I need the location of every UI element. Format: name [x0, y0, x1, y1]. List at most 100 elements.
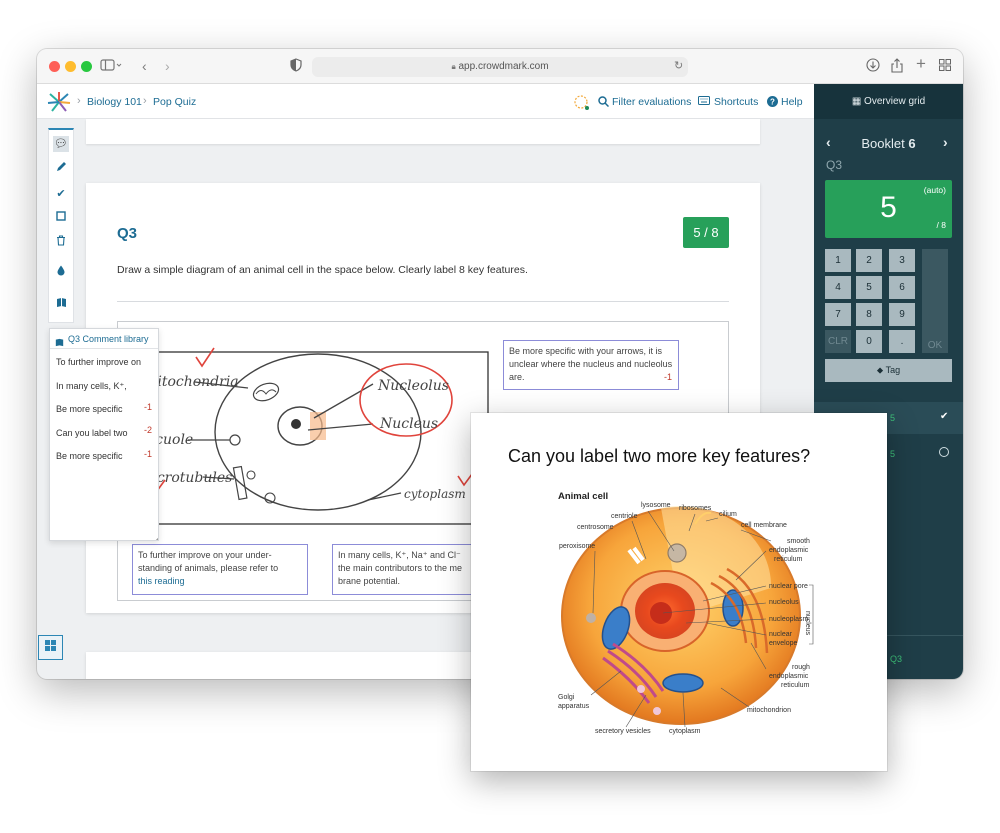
comment-reading[interactable]: To further improve on your under- standi…: [132, 544, 308, 595]
comment-text: To further improve on your under-: [138, 550, 272, 560]
keypad-9[interactable]: 9: [889, 303, 915, 326]
search-icon: [598, 96, 610, 110]
label-mitochondrion: mitochondrion: [747, 707, 791, 714]
label-golgi: Golgi: [558, 694, 575, 701]
keypad-4[interactable]: 4: [825, 276, 851, 299]
label-nuclear-envelope: envelope: [769, 640, 798, 647]
filter-evaluations-button[interactable]: Filter evaluations: [612, 96, 691, 108]
label-centrosome: centrosome: [577, 524, 614, 531]
help-icon: ?: [767, 96, 778, 110]
breadcrumb-separator: ›: [77, 95, 81, 107]
overview-grid-label: Overview grid: [864, 96, 926, 107]
panel-footer-question[interactable]: Q3: [890, 654, 902, 664]
library-item[interactable]: Can you label two: [56, 428, 128, 438]
library-item[interactable]: Be more specific: [56, 404, 123, 414]
keypad-3[interactable]: 3: [889, 249, 915, 272]
crowdmark-logo[interactable]: [47, 91, 71, 118]
library-item-points: -2: [144, 425, 153, 435]
rectangle-tool-icon[interactable]: [53, 210, 69, 226]
tag-button[interactable]: ⬥ Tag: [825, 359, 952, 382]
label-ribosomes: ribosomes: [679, 505, 712, 512]
comment-library-title: Q3 Comment library: [50, 329, 158, 349]
minimize-window-button[interactable]: [65, 61, 76, 72]
comment-library-icon[interactable]: [53, 297, 69, 313]
next-booklet-icon[interactable]: ›: [943, 134, 948, 150]
label-rough-er: reticulum: [781, 682, 810, 689]
comment-arrows[interactable]: Be more specific with your arrows, it is…: [503, 340, 679, 390]
zoom-window-button[interactable]: [81, 61, 92, 72]
keypad-5[interactable]: 5: [856, 276, 882, 299]
label-nuclear-pore: nuclear pore: [769, 583, 808, 590]
feedback-popup: Can you label two more key features? Ani…: [471, 413, 887, 771]
handwritten-cytoplasm: cytoplasm: [404, 487, 466, 501]
checkmark-tool-icon[interactable]: ✔: [53, 186, 69, 202]
help-button[interactable]: Help: [781, 96, 803, 108]
keypad-8[interactable]: 8: [856, 303, 882, 326]
resize-handle-icon[interactable]: ◢: [154, 535, 158, 540]
label-cell-membrane: cell membrane: [741, 522, 787, 529]
reading-link[interactable]: this reading: [138, 575, 302, 588]
library-item[interactable]: Be more specific: [56, 451, 123, 461]
back-icon[interactable]: ‹: [142, 58, 147, 74]
keypad-2[interactable]: 2: [856, 249, 882, 272]
label-rough-er: rough: [792, 664, 810, 671]
library-item[interactable]: In many cells, K⁺,: [56, 381, 127, 392]
label-rough-er: endoplasmic: [769, 673, 809, 680]
score-value: 5: [880, 191, 897, 224]
tab-overview-icon[interactable]: [939, 58, 951, 74]
share-icon[interactable]: [891, 58, 903, 76]
color-drop-icon[interactable]: [53, 265, 69, 281]
annotation-toolbar: 💬︎ ✔: [48, 128, 74, 323]
label-smooth-er: endoplasmic: [769, 547, 809, 554]
library-item[interactable]: To further improve on: [56, 357, 141, 367]
empty-circle-icon: [939, 447, 949, 457]
comment-library-panel: Q3 Comment library To further improve on…: [49, 328, 159, 541]
booklet-text: Booklet: [861, 136, 905, 151]
breadcrumb-assessment[interactable]: Pop Quiz: [153, 96, 196, 108]
close-window-button[interactable]: [49, 61, 60, 72]
pen-tool-icon[interactable]: [53, 161, 69, 177]
sidebar-toggle-icon[interactable]: [100, 58, 122, 75]
download-icon[interactable]: [866, 58, 880, 75]
checked-circle-icon: ✔︎: [940, 411, 949, 422]
label-nucleolus: nucleolus: [769, 599, 799, 606]
reload-icon[interactable]: ↻: [674, 58, 683, 74]
keypad-7[interactable]: 7: [825, 303, 851, 326]
keypad-6[interactable]: 6: [889, 276, 915, 299]
keypad-decimal[interactable]: .: [889, 330, 915, 353]
comment-ions[interactable]: In many cells, K⁺, Na⁺ and Cl⁻ the main …: [332, 544, 472, 595]
keypad-0[interactable]: 0: [856, 330, 882, 353]
label-secretory-vesicles: secretory vesicles: [595, 728, 651, 735]
label-centriole: centriole: [611, 513, 638, 520]
grid-icon: ▦: [851, 96, 862, 107]
comment-tool-icon[interactable]: 💬︎: [53, 136, 69, 152]
label-peroxisome: peroxisome: [559, 543, 596, 550]
overview-grid-button[interactable]: ▦ Overview grid: [814, 84, 963, 119]
address-bar[interactable]: 🔒︎ app.crowdmark.com: [312, 57, 688, 77]
privacy-shield-icon[interactable]: [290, 58, 302, 75]
question-prompt: Draw a simple diagram of an animal cell …: [117, 264, 528, 276]
library-item-points: -1: [144, 449, 153, 459]
tag-icon: ⬥: [876, 365, 884, 375]
score-badge[interactable]: 5 / 8: [683, 217, 729, 248]
breadcrumb-separator: ›: [143, 95, 147, 107]
browser-titlebar: ‹ › 🔒︎ app.crowdmark.com ↻ +: [37, 49, 963, 84]
forward-icon[interactable]: ›: [165, 58, 170, 74]
comment-text: the main contributors to the me: [338, 563, 463, 573]
trash-icon[interactable]: [53, 235, 69, 251]
page-grid-button[interactable]: [38, 635, 63, 660]
book-icon: [55, 334, 64, 352]
panel-question-label: Q3: [826, 158, 843, 172]
comment-points: -1: [663, 372, 672, 382]
divider: [117, 301, 729, 302]
shortcuts-button[interactable]: Shortcuts: [714, 96, 758, 108]
new-tab-icon[interactable]: +: [916, 55, 926, 72]
activity-indicator-icon[interactable]: [572, 93, 590, 116]
keypad-1[interactable]: 1: [825, 249, 851, 272]
keypad-ok[interactable]: OK: [922, 249, 948, 353]
label-smooth-er: reticulum: [774, 556, 803, 563]
keypad-clear[interactable]: CLR: [825, 330, 851, 353]
comment-text: In many cells, K⁺, Na⁺ and Cl⁻: [338, 550, 461, 560]
breadcrumb-course[interactable]: Biology 101: [87, 96, 142, 108]
app-header: › Biology 101 › Pop Quiz Filter evaluati…: [37, 84, 814, 119]
